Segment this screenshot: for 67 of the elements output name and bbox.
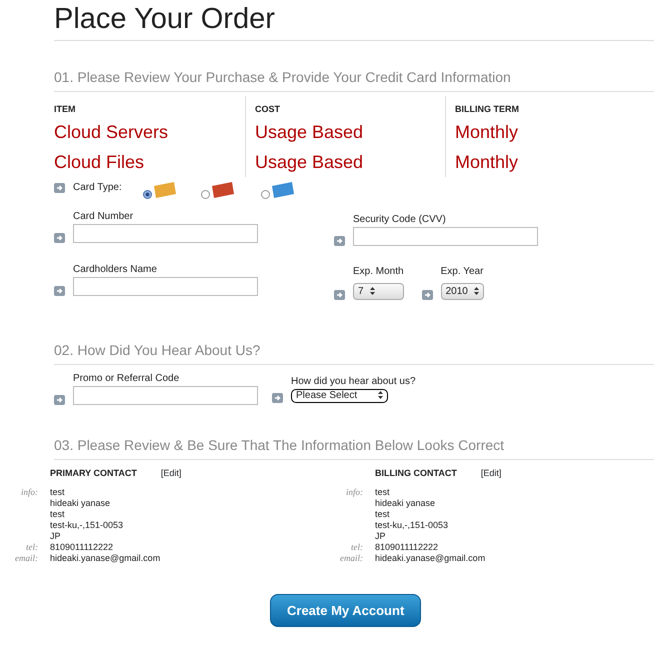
select-field[interactable]: 2010 (440, 282, 484, 300)
table-cell-text: Cloud Servers (54, 120, 170, 144)
stepper-icon (378, 391, 383, 400)
info-line: hideaki yanase (375, 498, 436, 508)
table-cell-text: Monthly (455, 120, 520, 144)
table-cell-text: Monthly (455, 150, 520, 174)
info-line: hideaki yanase (50, 498, 110, 508)
info-line: test-ku,-,151-0053 (375, 520, 448, 530)
edit-link[interactable]: [Edit] (160, 468, 182, 478)
table-cell-text: Usage Based (255, 150, 364, 174)
field-label: info: (21, 486, 38, 496)
section-heading: 02. How Did You Hear About Us? (54, 340, 654, 364)
contact-title: BILLING CONTACT (375, 468, 457, 478)
table-cell-text: Usage Based (255, 120, 364, 144)
contact-title: PRIMARY CONTACT (50, 468, 137, 478)
field-label: info: (346, 486, 363, 496)
field-label: Promo or Referral Code (73, 372, 180, 386)
select-field[interactable]: Please Select (291, 388, 388, 402)
field-label: Exp. Year (440, 264, 484, 278)
column-header: BILLING TERM (455, 103, 520, 116)
arrow-icon (334, 236, 345, 246)
section-heading: 03. Please Review & Be Sure That The Information Below Looks Correct (54, 434, 654, 460)
phone-number: 8109011112222 (50, 542, 114, 552)
email-address: hideaki.yanase@gmail.com (375, 552, 486, 562)
text-field[interactable] (73, 386, 258, 404)
section-heading: 01. Please Review Your Purchase & Provide Your Credit Card Information (54, 67, 654, 92)
edit-link[interactable]: [Edit] (480, 468, 502, 478)
field-label: How did you hear about us? (291, 374, 416, 388)
field-label: email: (15, 552, 38, 562)
arrow-icon (54, 286, 65, 296)
field-label: Card Type: (73, 181, 123, 195)
table-cell-text: Cloud Files (54, 150, 146, 174)
field-label: tel: (351, 542, 363, 552)
radio-button[interactable] (261, 190, 270, 198)
radio-button[interactable] (143, 190, 152, 198)
info-line: test (375, 486, 390, 496)
phone-number: 8109011112222 (375, 542, 438, 552)
info-line: JP (375, 530, 386, 540)
info-line: test (375, 508, 390, 518)
column-header: ITEM (54, 103, 76, 116)
column-header: COST (255, 103, 282, 116)
field-label: tel: (26, 542, 38, 552)
field-label: email: (340, 552, 363, 562)
radio-button[interactable] (201, 190, 210, 198)
text-field[interactable] (73, 276, 258, 296)
field-label: Card Number (73, 210, 134, 224)
field-label: Cardholders Name (73, 262, 158, 276)
arrow-icon (54, 232, 65, 242)
field-label: Security Code (CVV) (353, 212, 447, 226)
create-account-button[interactable]: Create My Account (270, 594, 422, 627)
arrow-icon (334, 290, 345, 300)
info-line: test (50, 486, 65, 496)
stepper-icon (370, 286, 375, 295)
text-field[interactable] (73, 224, 258, 242)
arrow-icon (54, 394, 65, 404)
info-line: test (50, 508, 65, 518)
arrow-icon (272, 392, 283, 402)
info-line: test-ku,-,151-0053 (50, 520, 124, 530)
page-title: Place Your Order (54, 2, 276, 36)
info-line: JP (50, 530, 61, 540)
text-field[interactable] (353, 226, 538, 246)
select-field[interactable]: 7 (353, 282, 404, 300)
stepper-icon (474, 286, 479, 295)
arrow-icon (422, 290, 433, 300)
field-label: Exp. Month (353, 264, 404, 278)
email-address: hideaki.yanase@gmail.com (50, 552, 160, 562)
arrow-icon (54, 182, 65, 192)
